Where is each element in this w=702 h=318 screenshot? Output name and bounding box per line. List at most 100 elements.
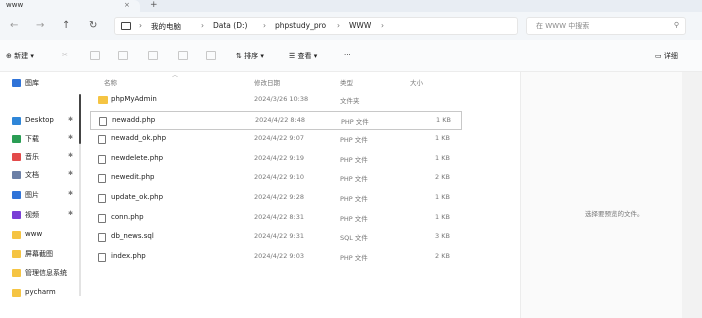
file-row[interactable]: newadd_ok.php 2024/4/22 9:07 PHP 文件 1 KB xyxy=(90,130,462,149)
file-row[interactable]: update_ok.php 2024/4/22 9:28 PHP 文件 1 KB xyxy=(90,189,462,208)
sidebar-scrollbar[interactable] xyxy=(79,94,81,144)
sidebar-item[interactable]: 屏幕截图 xyxy=(12,248,78,264)
sidebar-item[interactable]: 文档 ✱ xyxy=(12,169,78,185)
breadcrumb-chevron-icon[interactable]: › xyxy=(139,21,142,30)
pin-icon: ✱ xyxy=(68,152,74,159)
breadcrumb-chevron-icon[interactable]: › xyxy=(337,21,340,30)
file-row[interactable]: newedit.php 2024/4/22 9:10 PHP 文件 2 KB xyxy=(90,169,462,188)
sidebar-item-label: Desktop xyxy=(25,116,54,124)
delete-icon[interactable] xyxy=(206,51,216,60)
sidebar-item-label: 下载 xyxy=(25,135,39,143)
folder-icon xyxy=(12,250,21,258)
new-button[interactable]: ⊕ 新建 ▾ xyxy=(6,51,34,61)
breadcrumb-data-drive[interactable]: Data (D:) xyxy=(213,21,247,30)
file-date: 2024/4/22 8:31 xyxy=(254,212,304,221)
picture-icon xyxy=(12,191,21,199)
view-button[interactable]: ☰ 查看 ▾ xyxy=(289,51,317,61)
sidebar-item[interactable]: 视频 ✱ xyxy=(12,209,78,225)
file-row[interactable]: db_news.sql 2024/4/22 9:31 SQL 文件 3 KB xyxy=(90,228,462,247)
details-pane-button[interactable]: ▭ 详细 xyxy=(655,51,678,61)
new-tab-icon[interactable]: + xyxy=(150,0,158,10)
breadcrumb-chevron-icon[interactable]: › xyxy=(201,21,204,30)
document-icon xyxy=(12,171,21,179)
more-options-button[interactable]: ··· xyxy=(344,51,351,59)
file-date: 2024/4/22 8:48 xyxy=(255,115,305,124)
sidebar-item[interactable]: 图库 xyxy=(12,77,78,93)
right-edge xyxy=(682,72,702,318)
column-header-type[interactable]: 类型 xyxy=(340,77,353,87)
sort-button[interactable]: ⇅ 排序 ▾ xyxy=(236,51,264,61)
file-icon xyxy=(98,154,106,164)
file-size: 1 KB xyxy=(435,153,450,162)
sidebar-item[interactable]: pycharm xyxy=(12,287,78,303)
sidebar-item[interactable]: 图片 ✱ xyxy=(12,189,78,205)
file-date: 2024/4/22 9:07 xyxy=(254,134,304,143)
sidebar-item[interactable]: 下载 ✱ xyxy=(12,133,78,149)
pin-icon: ✱ xyxy=(68,134,74,141)
sidebar-item[interactable]: 管理信息系统 xyxy=(12,267,78,283)
cut-icon[interactable]: ✂ xyxy=(62,51,68,59)
copy-icon[interactable] xyxy=(90,51,100,60)
column-header-name[interactable]: 名称 xyxy=(104,77,117,87)
refresh-icon[interactable]: ↻ xyxy=(89,20,97,31)
video-icon xyxy=(12,211,21,219)
breadcrumb-phpstudy[interactable]: phpstudy_pro xyxy=(275,21,326,30)
computer-icon xyxy=(121,22,131,30)
forward-arrow-icon[interactable]: → xyxy=(36,20,44,31)
file-row[interactable]: index.php 2024/4/22 9:03 PHP 文件 2 KB xyxy=(90,248,462,267)
folder-icon xyxy=(12,231,21,239)
search-box[interactable]: 在 WWW 中搜索 ⚲ xyxy=(526,17,686,35)
file-row[interactable]: newadd.php 2024/4/22 8:48 PHP 文件 1 KB xyxy=(90,110,462,130)
details-label: 详细 xyxy=(663,52,678,60)
breadcrumb-chevron-icon[interactable]: › xyxy=(263,21,266,30)
share-icon[interactable] xyxy=(178,51,188,60)
rename-icon[interactable] xyxy=(148,51,158,60)
sidebar-item-label: 屏幕截图 xyxy=(25,250,53,258)
sidebar-item[interactable]: 音乐 ✱ xyxy=(12,151,78,167)
file-name: phpMyAdmin xyxy=(111,95,157,103)
sidebar-item-label: www xyxy=(25,230,43,238)
preview-pane: 选择要预览的文件。 xyxy=(520,72,682,318)
file-name: update_ok.php xyxy=(111,193,164,201)
column-header-size[interactable]: 大小 xyxy=(410,77,423,87)
file-icon xyxy=(98,252,106,262)
breadcrumb-www[interactable]: WWW xyxy=(349,21,371,30)
file-name: newdelete.php xyxy=(111,153,164,162)
search-placeholder: 在 WWW 中搜索 xyxy=(536,22,590,30)
back-arrow-icon[interactable]: ← xyxy=(10,20,18,31)
sidebar-item-label: 视频 xyxy=(25,211,39,219)
breadcrumb-my-computer[interactable]: 我的电脑 xyxy=(151,21,181,32)
file-type: PHP 文件 xyxy=(340,175,368,184)
sidebar-item[interactable]: Desktop ✱ xyxy=(12,115,78,131)
file-icon xyxy=(99,116,107,126)
sidebar-item[interactable]: www xyxy=(12,229,78,245)
file-size: 1 KB xyxy=(435,134,450,143)
breadcrumb-chevron-icon[interactable]: › xyxy=(381,21,384,30)
sidebar-item-label: 图库 xyxy=(25,79,39,87)
paste-icon[interactable] xyxy=(118,51,128,60)
file-type: PHP 文件 xyxy=(340,253,368,262)
search-icon[interactable]: ⚲ xyxy=(674,21,679,29)
up-arrow-icon[interactable]: ↑ xyxy=(62,20,70,31)
file-name: newedit.php xyxy=(111,173,155,182)
column-header-date[interactable]: 修改日期 xyxy=(254,77,280,87)
file-row[interactable]: newdelete.php 2024/4/22 9:19 PHP 文件 1 KB xyxy=(90,150,462,169)
sidebar-item-label: 图片 xyxy=(25,191,39,199)
file-name: newadd.php xyxy=(112,115,156,124)
file-row[interactable]: phpMyAdmin 2024/3/26 10:38 文件夹 xyxy=(90,91,462,110)
file-name: db_news.sql xyxy=(111,232,154,241)
music-icon xyxy=(12,153,21,161)
file-name: conn.php xyxy=(111,212,144,221)
file-type: PHP 文件 xyxy=(340,195,368,203)
file-icon xyxy=(98,213,106,223)
address-bar[interactable]: › 我的电脑 › Data (D:) › phpstudy_pro › WWW … xyxy=(114,17,518,35)
file-name: index.php xyxy=(111,251,146,260)
pin-icon: ✱ xyxy=(68,170,74,177)
file-date: 2024/4/22 9:31 xyxy=(254,232,304,241)
tab-www[interactable]: www × xyxy=(0,0,140,12)
file-size: 1 KB xyxy=(436,115,451,124)
preview-message: 选择要预览的文件。 xyxy=(585,210,644,218)
file-row[interactable]: conn.php 2024/4/22 8:31 PHP 文件 1 KB xyxy=(90,209,462,228)
close-tab-icon[interactable]: × xyxy=(124,1,130,9)
file-type: PHP 文件 xyxy=(340,214,368,223)
